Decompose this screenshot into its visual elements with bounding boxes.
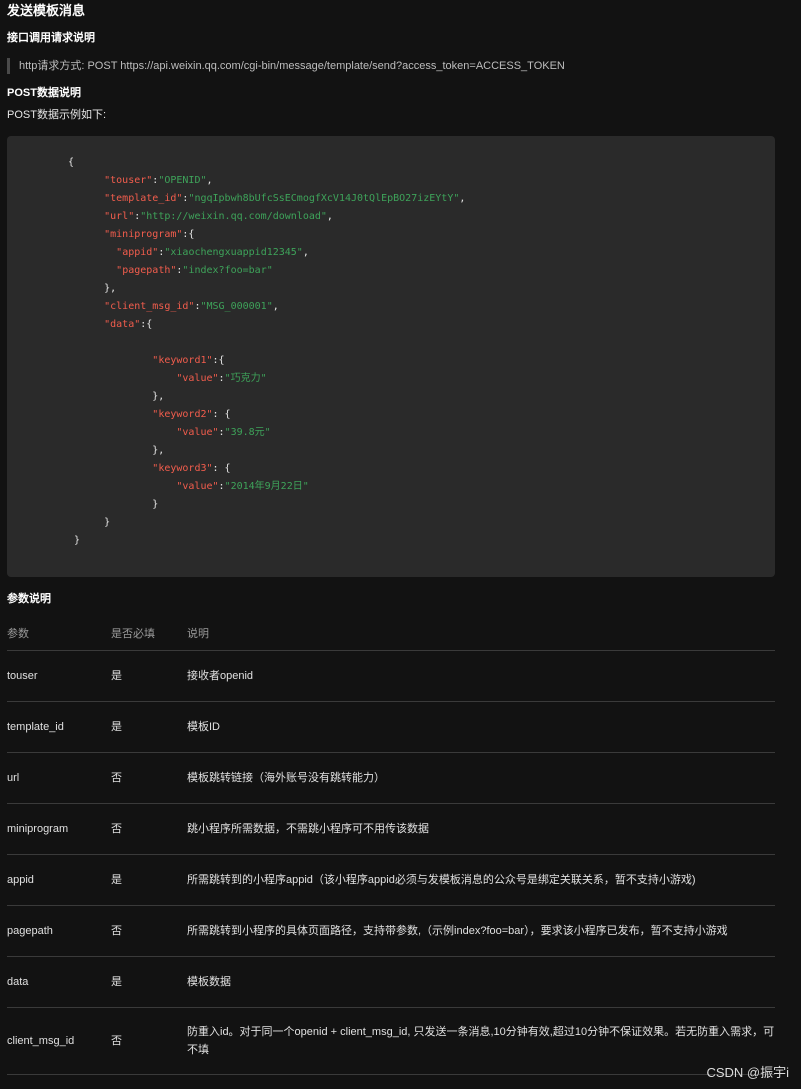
code-string: "index?foo=bar" (182, 265, 273, 276)
api-heading: 接口调用请求说明 (7, 32, 95, 44)
code-key: "keyword2" (152, 409, 213, 420)
code-string: "ngqIpbwh8bUfcSsECmogfXcV14J0tQlEpBO27iz… (188, 193, 460, 204)
code-key: "client_msg_id" (104, 301, 195, 312)
param-description: 所需跳转到小程序的具体页面路径，支持带参数,（示例index?foo=bar），… (187, 905, 775, 957)
code-string: "http://weixin.qq.com/download" (140, 211, 327, 222)
post-intro: POST数据示例如下: (7, 109, 107, 121)
code-key: "url" (104, 211, 135, 222)
param-required: 是 (111, 956, 187, 1008)
api-url-quote: http请求方式: POST https://api.weixin.qq.com… (7, 58, 775, 74)
code-key: "touser" (104, 175, 153, 186)
code-key: "data" (104, 319, 141, 330)
code-key: "miniprogram" (104, 229, 183, 240)
code-key: "value" (176, 481, 219, 492)
column-header: 参数 (7, 616, 111, 651)
code-key: "keyword1" (152, 355, 213, 366)
param-description: 模板数据 (187, 956, 775, 1008)
table-row: miniprogram 否 跳小程序所需数据，不需跳小程序可不用传该数据 (7, 803, 775, 855)
code-string: "OPENID" (158, 175, 207, 186)
code-block[interactable]: { "touser":"OPENID", "template_id":"ngqI… (7, 136, 775, 577)
param-description: 接收者openid (187, 650, 775, 702)
column-header: 是否必填 (111, 616, 187, 651)
param-name: miniprogram (7, 803, 111, 855)
csdn-watermark: CSDN @振宇i (706, 1065, 789, 1080)
param-name: client_msg_id (7, 1007, 111, 1075)
article: 发送模板消息 接口调用请求说明 http请求方式: POST https://a… (0, 0, 801, 1075)
code-key: "appid" (116, 247, 159, 258)
code-key: "keyword3" (152, 463, 213, 474)
table-row: appid 是 所需跳转到的小程序appid（该小程序appid必须与发模板消息… (7, 854, 775, 906)
param-name: pagepath (7, 905, 111, 957)
param-description: 模板ID (187, 701, 775, 753)
table-row: url 否 模板跳转链接（海外账号没有跳转能力） (7, 752, 775, 804)
table-row: touser 是 接收者openid (7, 650, 775, 702)
code-string: "xiaochengxuappid12345" (164, 247, 303, 258)
param-description: 所需跳转到的小程序appid（该小程序appid必须与发模板消息的公众号是绑定关… (187, 854, 775, 906)
param-name: url (7, 752, 111, 804)
param-name: data (7, 956, 111, 1008)
post-heading: POST数据说明 (7, 87, 81, 99)
code-string: "39.8元" (224, 427, 271, 438)
param-required: 否 (111, 803, 187, 855)
code-string: "巧克力" (224, 373, 267, 384)
code-key: "template_id" (104, 193, 183, 204)
param-description: 模板跳转链接（海外账号没有跳转能力） (187, 752, 775, 804)
param-description: 防重入id。对于同一个openid + client_msg_id, 只发送一条… (187, 1007, 775, 1075)
table-row: pagepath 否 所需跳转到小程序的具体页面路径，支持带参数,（示例inde… (7, 905, 775, 957)
param-name: appid (7, 854, 111, 906)
table-header-row: 参数 是否必填 说明 (7, 616, 775, 651)
param-required: 否 (111, 905, 187, 957)
param-name: touser (7, 650, 111, 702)
param-name: template_id (7, 701, 111, 753)
page-title: 发送模板消息 (7, 3, 86, 18)
table-row: client_msg_id 否 防重入id。对于同一个openid + clie… (7, 1007, 775, 1075)
param-required: 否 (111, 752, 187, 804)
param-required: 是 (111, 650, 187, 702)
code-key: "value" (176, 427, 219, 438)
table-row: template_id 是 模板ID (7, 701, 775, 753)
param-required: 是 (111, 854, 187, 906)
params-heading: 参数说明 (7, 593, 51, 605)
param-required: 否 (111, 1007, 187, 1075)
code-key: "pagepath" (116, 265, 177, 276)
code-key: "value" (176, 373, 219, 384)
param-required: 是 (111, 701, 187, 753)
param-description: 跳小程序所需数据，不需跳小程序可不用传该数据 (187, 803, 775, 855)
params-table: 参数 是否必填 说明 touser 是 接收者openid template_i… (7, 616, 775, 1075)
code-string: "MSG_000001" (200, 301, 273, 312)
column-header: 说明 (187, 616, 775, 651)
code-string: "2014年9月22日" (224, 481, 309, 492)
table-row: data 是 模板数据 (7, 956, 775, 1008)
